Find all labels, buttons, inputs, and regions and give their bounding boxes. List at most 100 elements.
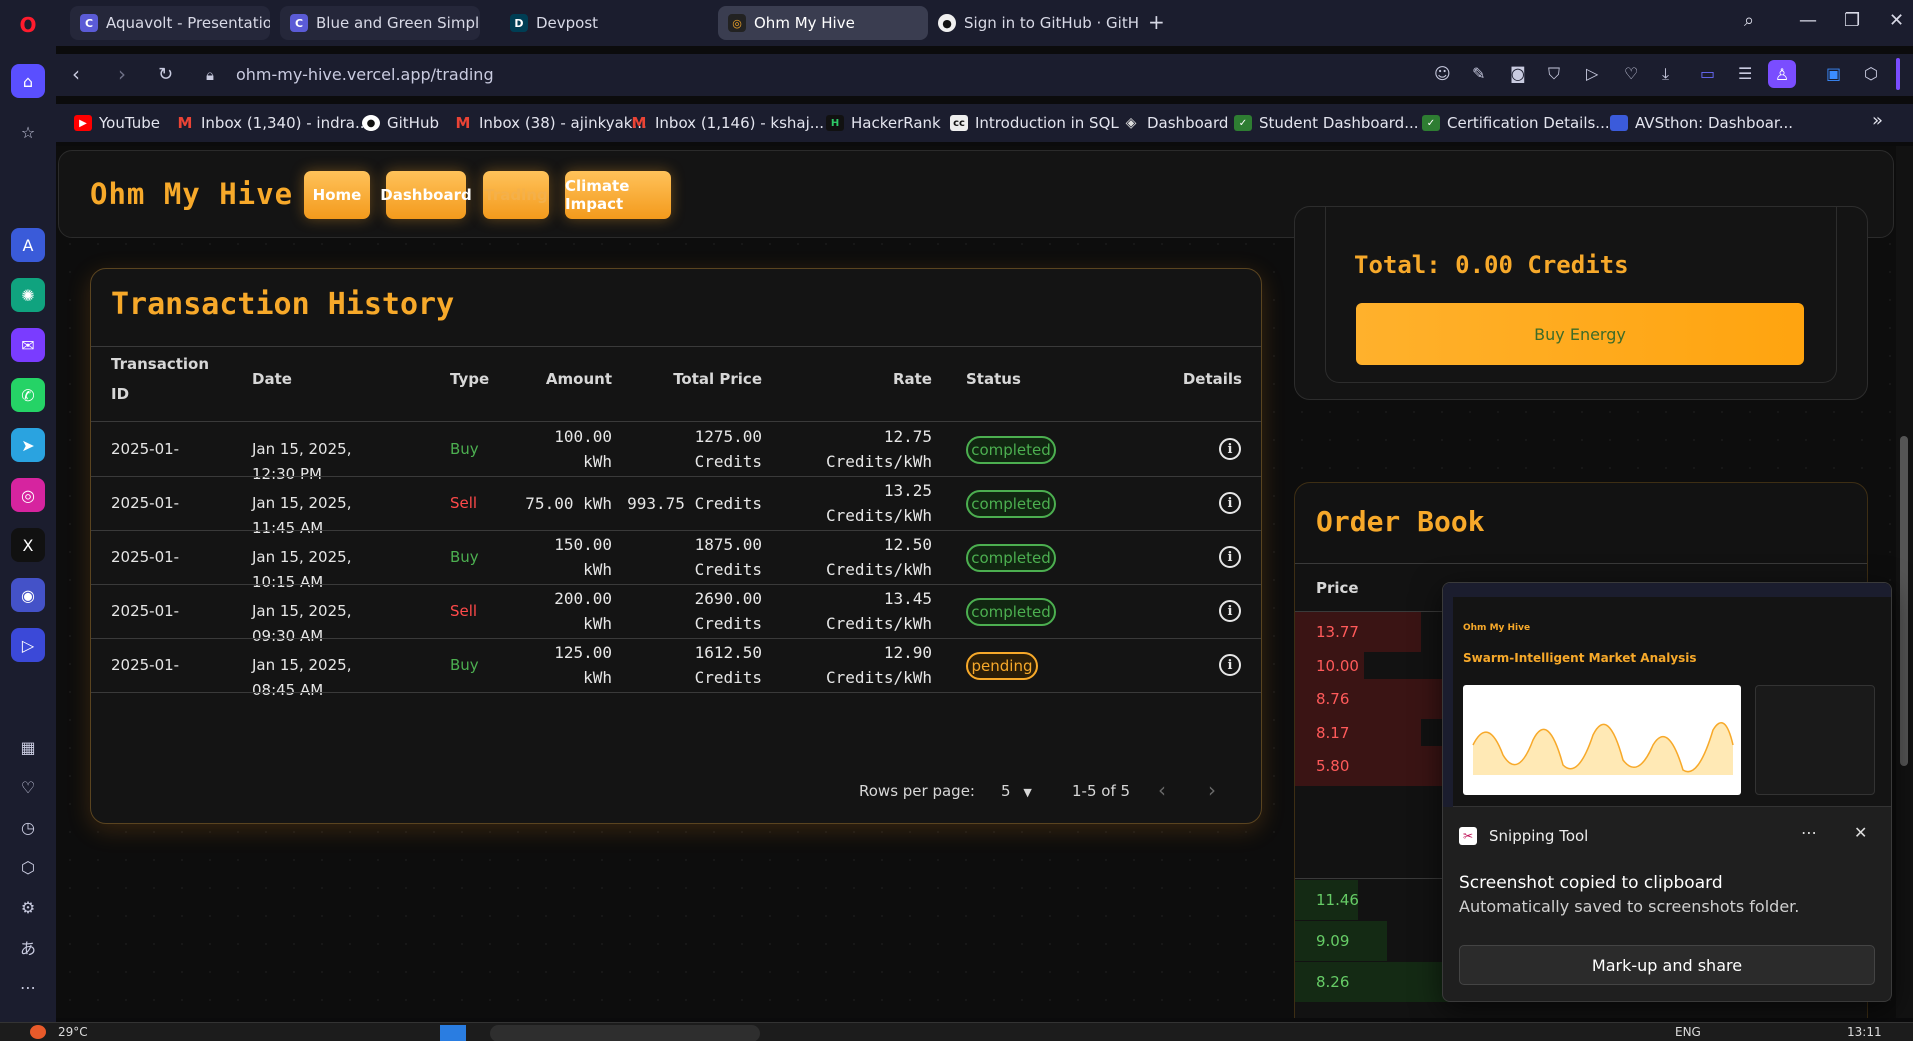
next-page-icon[interactable]: › [1208,778,1216,802]
tab-devpost[interactable]: D Devpost [500,6,670,40]
more-options-icon[interactable]: ⋯ [1801,823,1817,842]
page-scrollbar[interactable] [1896,146,1913,1018]
flow-icon[interactable]: ▷ [11,628,45,662]
player-icon[interactable]: ◉ [11,578,45,612]
lock-icon[interactable]: 🔒︎ [206,66,214,84]
aria-icon[interactable]: A [11,228,45,262]
info-icon[interactable]: i [1219,654,1241,676]
chatgpt-icon[interactable]: ✺ [11,278,45,312]
close-window-icon[interactable]: ✕ [1889,10,1904,31]
gmail-icon: M [455,114,471,132]
opera-logo-icon[interactable]: O [11,8,45,42]
maximize-icon[interactable]: ❐ [1844,10,1860,31]
markup-and-share-button[interactable]: Mark-up and share [1459,945,1875,985]
bookmark-certification[interactable]: ✓ Certification Details... [1422,114,1610,132]
home-icon[interactable]: ⌂ [11,64,45,98]
buy-energy-button[interactable]: Buy Energy [1356,303,1804,365]
tab-title: Devpost [536,14,599,32]
translate-icon[interactable]: あ [11,930,45,964]
emoji-icon[interactable]: ☺ [1434,64,1451,83]
favorites-icon[interactable]: ♡ [11,770,45,804]
rows-per-page-select[interactable]: 5 ▼ [1001,782,1032,800]
tab-aquavolt[interactable]: C Aquavolt - Presentation - [70,6,270,40]
layers-icon: ◈ [1125,115,1137,131]
sidebar-toggle-icon[interactable] [1896,58,1900,90]
language-indicator[interactable]: ENG [1675,1025,1701,1039]
weather-icon[interactable] [30,1025,46,1039]
bookmark-youtube[interactable]: ▶ YouTube [74,114,160,132]
download-icon[interactable]: ⤓ [1662,64,1669,84]
row-divider [91,476,1261,477]
info-icon[interactable]: i [1219,438,1241,460]
nav-trading-button[interactable]: Trading [483,171,549,219]
bookmark-github[interactable]: ● GitHub [362,114,439,132]
more-icon[interactable]: ⋯ [11,970,45,1004]
prev-page-icon[interactable]: ‹ [1158,778,1166,802]
easy-setup-icon[interactable]: ☰ [1738,64,1752,83]
scrollbar-thumb[interactable] [1900,436,1908,766]
bookmark-hackerrank[interactable]: H HackerRank [826,114,941,132]
notification-title: Screenshot copied to clipboard [1459,873,1723,893]
nav-climate-impact-button[interactable]: Climate Impact [565,171,671,219]
close-icon[interactable]: ✕ [1854,823,1867,842]
workspaces-icon[interactable]: ▦ [11,730,45,764]
clock[interactable]: 13:11 [1847,1025,1882,1039]
minimize-icon[interactable]: — [1799,10,1817,31]
info-icon[interactable]: i [1219,600,1241,622]
url-field[interactable]: ohm-my-hive.vercel.app/trading [236,65,494,84]
telegram-icon[interactable]: ➤ [11,428,45,462]
bookmarks-bar: ▶ YouTube M Inbox (1,340) - indra... ● GitH… [56,104,1913,142]
tab-strip: C Aquavolt - Presentation - C Blue and G… [56,0,1913,46]
header-total-price: Total Price [673,370,762,388]
extensions-icon[interactable]: ⬡ [11,850,45,884]
instagram-icon[interactable]: ◎ [11,478,45,512]
nav-home-button[interactable]: Home [304,171,370,219]
edit-icon[interactable]: ✎ [1472,64,1485,83]
info-icon[interactable]: i [1219,492,1241,514]
x-twitter-icon[interactable]: X [11,528,45,562]
bookmark-gmail-2[interactable]: M Inbox (38) - ajinkyak... [454,114,647,132]
info-icon[interactable]: i [1219,546,1241,568]
bookmarks-overflow-icon[interactable]: » [1872,110,1883,131]
history-icon[interactable]: ◷ [11,810,45,844]
taskbar-search[interactable] [490,1025,760,1041]
shield-icon[interactable]: ⛉ [1548,64,1560,84]
start-icon[interactable] [440,1025,466,1041]
tab-github[interactable]: ● Sign in to GitHub · GitHub [928,6,1138,40]
bookmark-student[interactable]: ✓ Student Dashboard... [1234,114,1419,132]
messenger-icon[interactable]: ✉ [11,328,45,362]
camera-icon[interactable]: ◙ [1510,64,1526,83]
cell-transaction-id: 2025-01- [111,548,180,566]
bookmark-gmail-3[interactable]: M Inbox (1,146) - kshaj... [630,114,825,132]
battery-icon[interactable]: ▭ [1700,64,1715,83]
bookmark-sql[interactable]: cc Introduction in SQL [950,114,1119,132]
weather-temperature[interactable]: 29°C [58,1025,88,1039]
bookmark-gmail-1[interactable]: M Inbox (1,340) - indra... [176,114,370,132]
site-brand[interactable]: Ohm My Hive [90,177,293,211]
bookmark-dashboard[interactable]: ◈ Dashboard [1122,114,1229,132]
heart-icon[interactable]: ♡ [1624,64,1638,83]
settings-gear-icon[interactable]: ⚙ [11,890,45,924]
screenshot-thumbnail[interactable]: Ohm My Hive Swarm-Intelligent Market Ana… [1443,583,1891,807]
profile-icon[interactable]: ♙ [1768,60,1796,88]
bookmark-avsthon[interactable]: AVSthon: Dashboar... [1610,114,1793,132]
back-icon[interactable]: ‹ [72,62,80,86]
send-icon[interactable]: ▷ [1586,64,1598,83]
snipping-tool-notification[interactable]: Ohm My Hive Swarm-Intelligent Market Ana… [1442,582,1892,1002]
tab-search-icon[interactable]: ⌕ [1744,10,1754,31]
nav-dashboard-button[interactable]: Dashboard [380,171,472,219]
forward-icon[interactable]: › [118,62,126,86]
bid-price: 9.09 [1316,932,1350,950]
whatsapp-icon[interactable]: ✆ [11,378,45,412]
new-tab-icon[interactable]: + [1148,10,1165,34]
reload-icon[interactable]: ↻ [158,64,173,85]
pinboards-icon[interactable]: ☆ [11,115,45,149]
cube-icon[interactable]: ⬡ [1864,64,1878,83]
tab-blue-green[interactable]: C Blue and Green Simple Cli [280,6,480,40]
thumb-chart [1463,685,1741,795]
split-view-icon[interactable]: ▣ [1826,64,1841,83]
tab-ohm-my-hive[interactable]: ◎ Ohm My Hive [718,6,928,40]
status-badge: completed [966,490,1056,518]
thumb-heading: Swarm-Intelligent Market Analysis [1463,651,1697,665]
tab-title: Aquavolt - Presentation - [106,14,270,32]
